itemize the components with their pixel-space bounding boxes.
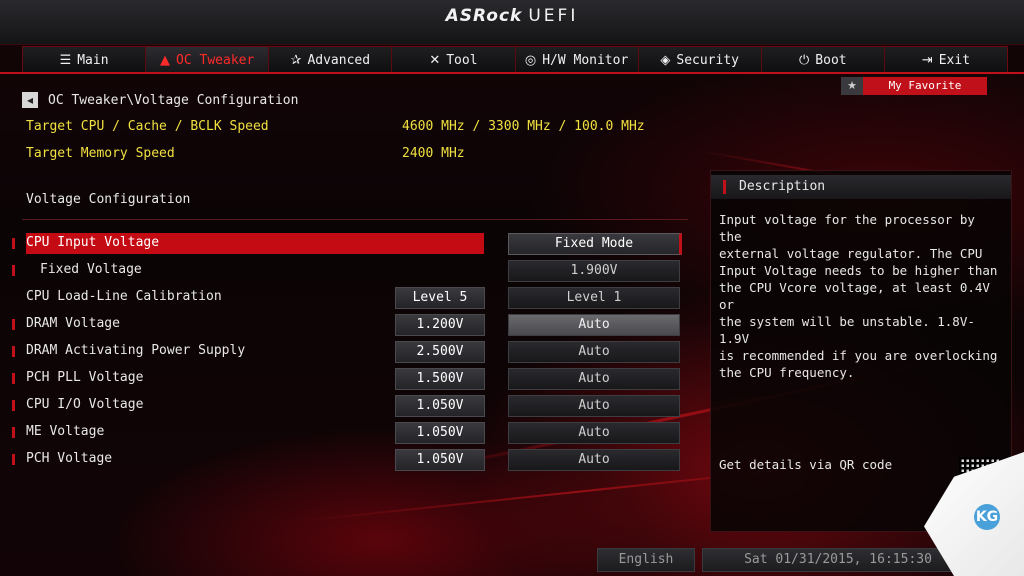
tab-advanced[interactable]: ✰ Advanced: [269, 47, 393, 73]
brand-uefi: UEFI: [528, 6, 579, 26]
tab-label: Main: [77, 52, 109, 68]
row-marker: [12, 238, 15, 249]
row-marker: [12, 319, 15, 330]
brand-logo: ASRock UEFI: [0, 6, 1024, 26]
setting-row-pch-voltage[interactable]: PCH Voltage 1.050V Auto: [12, 449, 692, 471]
favorite-star-icon: ★: [841, 77, 863, 95]
star-icon: ✰: [290, 52, 302, 68]
row-label: Fixed Voltage: [40, 262, 142, 277]
tab-label: Exit: [938, 52, 971, 68]
current-value: Level 5: [395, 287, 485, 309]
setting-row-dram-voltage[interactable]: DRAM Voltage 1.200V Auto: [12, 314, 692, 336]
tab-exit[interactable]: ⇥ Exit: [884, 47, 1007, 73]
tab-label: H/W Monitor: [542, 52, 629, 68]
setting-row-cpu-io-voltage[interactable]: CPU I/O Voltage 1.050V Auto: [12, 395, 692, 417]
row-label: DRAM Activating Power Supply: [26, 343, 246, 358]
current-value: 1.050V: [395, 449, 485, 471]
cpu-input-voltage-select[interactable]: Fixed Mode: [508, 233, 682, 255]
back-arrow-icon[interactable]: ◂: [22, 92, 38, 108]
tab-oc-tweaker[interactable]: ▲ OC Tweaker: [146, 47, 270, 73]
section-divider: [22, 219, 688, 220]
power-icon: ⏻: [799, 52, 810, 68]
description-text: Input voltage for the processor by the e…: [719, 211, 1003, 381]
current-value: 1.050V: [395, 395, 485, 417]
rocket-icon: ▲: [160, 52, 171, 68]
pch-pll-voltage-select[interactable]: Auto: [508, 368, 680, 390]
current-value: 1.050V: [395, 422, 485, 444]
breadcrumb-text: OC Tweaker\Voltage Configuration: [48, 92, 299, 108]
current-value: 2.500V: [395, 341, 485, 363]
tab-boot[interactable]: ⏻ Boot: [761, 47, 885, 73]
tab-label: Boot: [815, 52, 847, 68]
row-marker: [12, 454, 15, 465]
setting-row-me-voltage[interactable]: ME Voltage 1.050V Auto: [12, 422, 692, 444]
date-time-display: Sat 01/31/2015, 16:15:30: [702, 548, 974, 572]
exit-icon: ⇥: [921, 52, 933, 68]
tab-security[interactable]: ◈ Security: [638, 47, 762, 73]
description-line: the CPU Vcore voltage, at least 0.4V or: [719, 280, 990, 312]
section-title: Voltage Configuration: [26, 192, 191, 207]
load-line-calibration-select[interactable]: Level 1: [508, 287, 680, 309]
row-label: CPU Input Voltage: [26, 235, 160, 250]
target-cpu-label: Target CPU / Cache / BCLK Speed: [26, 119, 269, 134]
tab-hw-monitor[interactable]: ◎ H/W Monitor: [515, 47, 639, 73]
tab-label: Advanced: [307, 52, 371, 68]
row-marker: [12, 373, 15, 384]
setting-row-fixed-voltage[interactable]: Fixed Voltage 1.900V: [12, 260, 692, 282]
favorite-label: My Favorite: [863, 77, 987, 95]
me-voltage-select[interactable]: Auto: [508, 422, 680, 444]
row-label: CPU I/O Voltage: [26, 397, 144, 412]
row-marker: [12, 265, 15, 276]
tab-tool[interactable]: ✕ Tool: [392, 47, 516, 73]
my-favorite-button[interactable]: ★ My Favorite: [841, 77, 987, 95]
current-value: 1.200V: [395, 314, 485, 336]
tools-icon: ✕: [429, 52, 441, 68]
row-label: ME Voltage: [26, 424, 105, 439]
description-line: external voltage regulator. The CPU: [719, 246, 983, 261]
setting-row-pch-pll-voltage[interactable]: PCH PLL Voltage 1.500V Auto: [12, 368, 692, 390]
description-line: the CPU frequency.: [719, 365, 855, 380]
pch-voltage-select[interactable]: Auto: [508, 449, 680, 471]
target-cpu-value: 4600 MHz / 3300 MHz / 100.0 MHz: [402, 119, 645, 134]
setting-row-cpu-input-voltage[interactable]: CPU Input Voltage Fixed Mode: [12, 233, 692, 255]
current-value: 1.500V: [395, 368, 485, 390]
description-line: the system will be unstable. 1.8V-1.9V: [719, 314, 975, 346]
tab-label: Security: [676, 52, 739, 68]
brand-bar: ASRock UEFI: [0, 0, 1024, 45]
monitor-icon: ◎: [524, 52, 537, 68]
target-memory-label: Target Memory Speed: [26, 146, 175, 161]
description-line: is recommended if you are overlocking: [719, 348, 998, 363]
description-title: Description: [739, 179, 826, 194]
header-marker: [723, 180, 726, 194]
description-line: Input Voltage needs to be higher than: [719, 263, 998, 278]
tab-label: OC Tweaker: [176, 52, 255, 68]
fixed-voltage-input[interactable]: 1.900V: [508, 260, 680, 282]
watermark-text: KG: [974, 504, 1000, 530]
brand-name: ASRock: [445, 6, 523, 26]
description-header: Description: [711, 175, 1011, 199]
setting-row-dram-activating-power-supply[interactable]: DRAM Activating Power Supply 2.500V Auto: [12, 341, 692, 363]
main-tabs: ☰ Main ▲ OC Tweaker ✰ Advanced ✕ Tool ◎ H/W M…: [22, 46, 1008, 74]
row-label: PCH PLL Voltage: [26, 370, 144, 385]
row-marker: [12, 346, 15, 357]
dram-activating-power-supply-select[interactable]: Auto: [508, 341, 680, 363]
tab-main[interactable]: ☰ Main: [23, 47, 147, 73]
row-marker: [12, 400, 15, 411]
description-line: Input voltage for the processor by the: [719, 212, 975, 244]
shield-icon: ◈: [660, 52, 671, 68]
dram-voltage-select[interactable]: Auto: [508, 314, 680, 336]
setting-row-load-line-calibration[interactable]: CPU Load-Line Calibration Level 5 Level …: [12, 287, 692, 309]
cpu-io-voltage-select[interactable]: Auto: [508, 395, 680, 417]
row-label: CPU Load-Line Calibration: [26, 289, 222, 304]
list-icon: ☰: [59, 52, 72, 68]
language-selector[interactable]: English: [597, 548, 695, 572]
target-memory-value: 2400 MHz: [402, 146, 465, 161]
tab-underline: [0, 72, 1024, 74]
row-label: DRAM Voltage: [26, 316, 120, 331]
row-marker: [12, 427, 15, 438]
row-label: PCH Voltage: [26, 451, 113, 466]
breadcrumb: ◂ OC Tweaker\Voltage Configuration: [22, 92, 298, 108]
tab-label: Tool: [446, 52, 478, 68]
qr-code-label: Get details via QR code: [719, 457, 893, 472]
